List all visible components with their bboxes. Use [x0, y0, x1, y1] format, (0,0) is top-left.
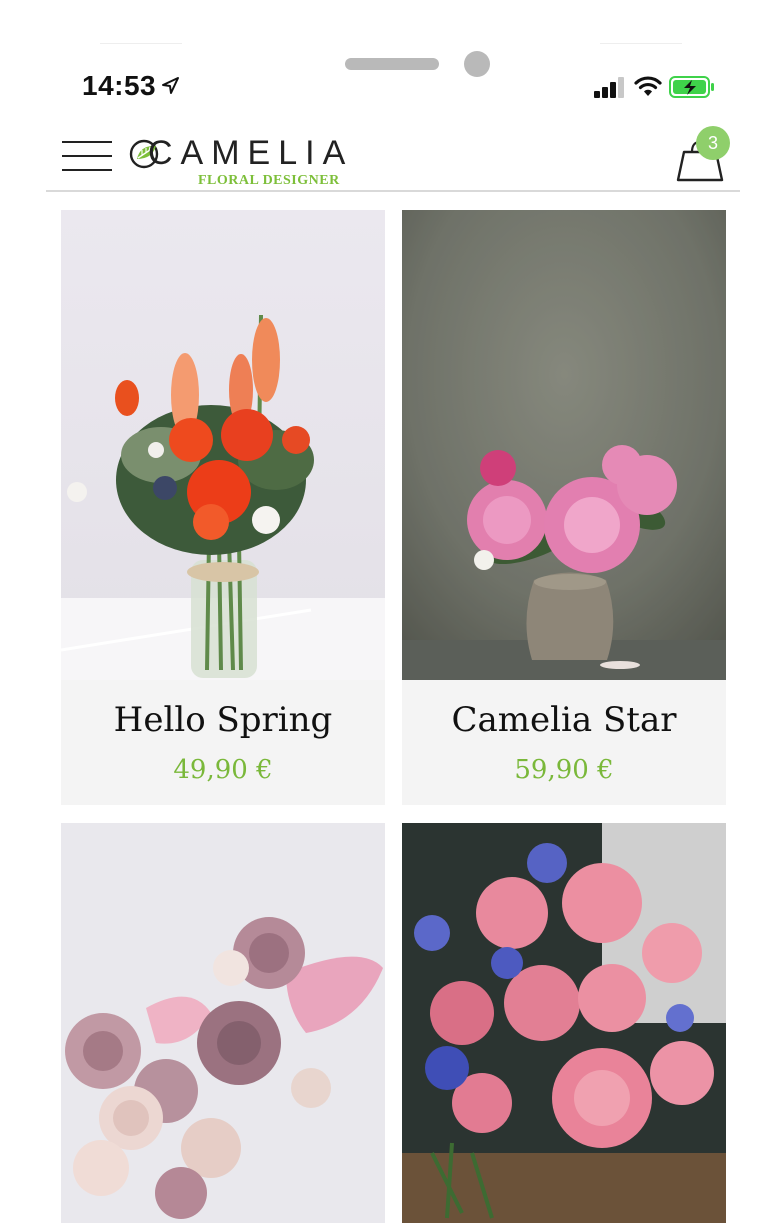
notch-edge — [100, 43, 182, 44]
product-image[interactable] — [402, 823, 726, 1223]
phone-speaker — [345, 58, 439, 70]
product-price: 59,90 € — [514, 755, 614, 785]
brand-logo[interactable]: CAMELIA FLORAL DESIGNER — [128, 134, 368, 192]
product-image[interactable] — [402, 210, 726, 680]
product-card[interactable] — [402, 823, 726, 1223]
product-name: Camelia Star — [451, 700, 677, 740]
phone-camera — [464, 51, 490, 77]
hamburger-menu-icon[interactable] — [62, 141, 112, 171]
product-name: Hello Spring — [113, 700, 333, 740]
brand-name: CAMELIA — [148, 134, 354, 172]
cellular-signal-icon — [594, 77, 624, 98]
product-image[interactable] — [61, 823, 385, 1223]
product-image[interactable] — [61, 210, 385, 680]
notch-edge — [600, 43, 682, 44]
cart-button[interactable]: 3 — [674, 126, 734, 184]
product-card[interactable]: Camelia Star 59,90 € — [402, 210, 726, 805]
status-time: 14:53 — [82, 70, 157, 101]
location-arrow-icon — [162, 77, 179, 94]
battery-charging-icon — [669, 76, 714, 98]
product-card[interactable]: Hello Spring 49,90 € — [61, 210, 385, 805]
brand-subtitle: FLORAL DESIGNER — [198, 173, 340, 188]
wifi-icon — [634, 76, 662, 96]
cart-count-badge: 3 — [696, 126, 730, 160]
product-price: 49,90 € — [173, 755, 273, 785]
product-card[interactable] — [61, 823, 385, 1223]
